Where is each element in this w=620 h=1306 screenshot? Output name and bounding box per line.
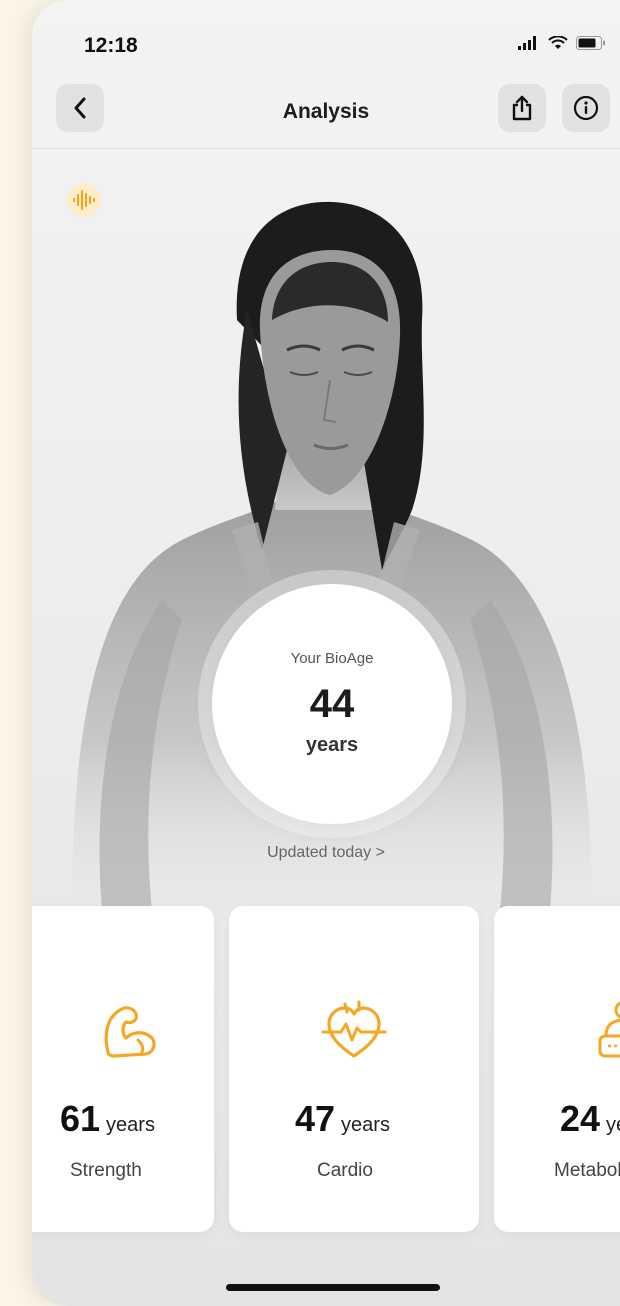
battery-icon (576, 36, 605, 50)
metabolism-value-row: 24 years (560, 1098, 620, 1140)
bioage-unit: years (305, 734, 359, 756)
nav-bar: Analysis (32, 80, 620, 149)
bioage-circle[interactable]: Your BioAge 44 years (212, 584, 452, 824)
cardio-unit: years (341, 1114, 390, 1136)
metabolism-unit: years (606, 1114, 620, 1136)
strength-unit: years (106, 1114, 155, 1136)
strength-card[interactable]: 61 years Strength (32, 906, 214, 1232)
info-button[interactable] (562, 84, 610, 132)
cardio-card[interactable]: 47 years Cardio (229, 906, 479, 1232)
flexed-arm-icon (104, 1006, 156, 1058)
metabolism-card[interactable]: 24 years Metabolism (494, 906, 620, 1232)
status-icons (518, 36, 606, 50)
home-indicator[interactable] (226, 1284, 440, 1291)
cardio-label: Cardio (317, 1160, 373, 1181)
body-scale-icon (598, 1001, 620, 1058)
metabolism-value: 24 (560, 1098, 601, 1139)
cardio-value-row: 47 years (295, 1098, 390, 1140)
strength-value: 61 (60, 1098, 101, 1139)
soundwave-icon (67, 183, 101, 217)
updated-today-link[interactable]: Updated today > (32, 844, 620, 862)
status-time: 12:18 (84, 34, 138, 57)
strength-value-row: 61 years (60, 1098, 155, 1140)
share-icon (512, 95, 532, 121)
wifi-icon (548, 36, 568, 49)
bioage-value: 44 (309, 682, 355, 726)
heart-pulse-icon (321, 1000, 387, 1058)
strength-label: Strength (70, 1160, 142, 1181)
metabolism-label: Metabolism (554, 1160, 620, 1181)
cardio-value: 47 (295, 1098, 336, 1139)
status-bar: 12:18 (32, 0, 620, 80)
phone-screen: 12:18 Analysis Your BioAge 44 years Upda… (32, 0, 620, 1306)
signal-icon (518, 36, 536, 50)
bioage-label: Your BioAge (290, 650, 374, 667)
info-icon (573, 95, 599, 121)
share-button[interactable] (498, 84, 546, 132)
